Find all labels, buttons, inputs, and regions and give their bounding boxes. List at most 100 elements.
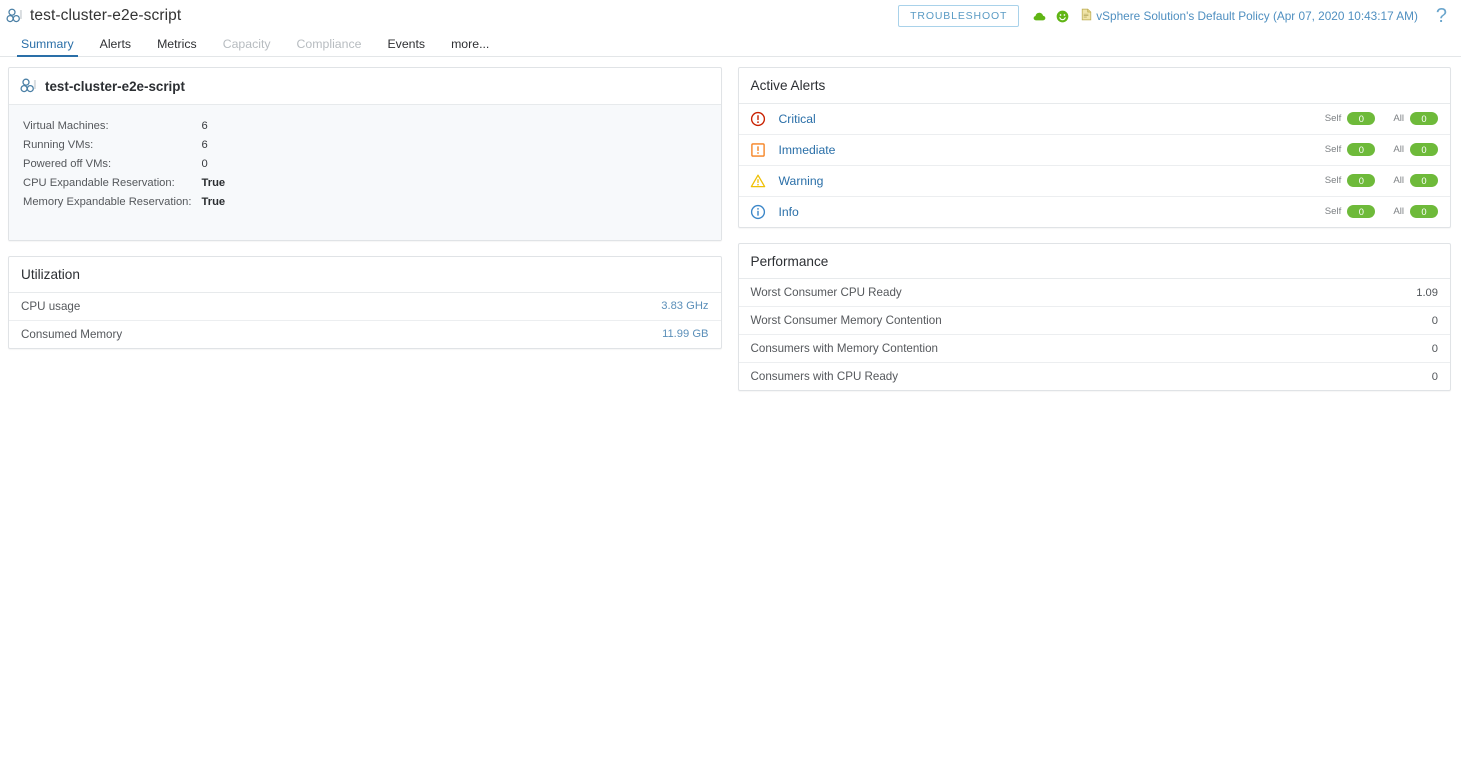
property-key: Running VMs:	[23, 138, 94, 151]
tab-summary[interactable]: Summary	[8, 37, 87, 58]
tab-bar: Summary Alerts Metrics Capacity Complian…	[0, 32, 1461, 58]
performance-row-consumers-with-cpu-ready: Consumers with CPU Ready 0	[739, 363, 1451, 390]
status-badge[interactable]: 0	[1410, 174, 1438, 188]
policy-document-icon	[1081, 8, 1092, 24]
metric-value: 1.09	[1416, 286, 1438, 299]
immediate-alert-icon	[750, 142, 766, 158]
performance-row-consumers-with-memory-contention: Consumers with Memory Contention 0	[738, 335, 1450, 364]
alert-all-count: All 0	[1393, 143, 1438, 157]
object-title-group: test-cluster-e2e-script	[6, 7, 181, 25]
alert-self-count: Self 0	[1324, 174, 1376, 188]
object-summary-header: test-cluster-e2e-script	[9, 68, 721, 105]
alert-all-count: All 0	[1393, 112, 1438, 126]
cluster-icon	[6, 7, 24, 25]
object-properties-body: Virtual Machines: 6 Running VMs: 6 Power…	[9, 105, 721, 241]
status-badge[interactable]: 0	[1410, 205, 1438, 219]
alert-row-critical: Critical Self 0 All 0	[738, 104, 1450, 135]
help-icon[interactable]: ?	[1432, 6, 1451, 26]
alert-count-group: Self 0 All 0	[1324, 112, 1438, 126]
tab-more[interactable]: more...	[438, 37, 502, 56]
utilization-card: Utilization CPU usage 3.83 GHz Consumed …	[8, 256, 722, 349]
metric-value: 0	[1431, 342, 1438, 355]
performance-title: Performance	[738, 244, 1450, 280]
alert-severity-link[interactable]: Immediate	[779, 143, 836, 157]
tab-compliance: Compliance	[296, 36, 362, 51]
alert-all-count: All 0	[1393, 205, 1438, 219]
self-label: Self	[1324, 206, 1342, 218]
left-column: test-cluster-e2e-script Virtual Machines…	[8, 67, 722, 349]
critical-alert-icon	[750, 111, 766, 127]
utilization-row-cpu-usage: CPU usage 3.83 GHz	[9, 293, 721, 321]
table-row: Memory Expandable Reservation: True	[23, 193, 225, 212]
warning-alert-icon	[750, 173, 766, 189]
property-key: Powered off VMs:	[23, 157, 112, 170]
alert-row-warning: Warning Self 0 All 0	[738, 166, 1450, 197]
table-row: Powered off VMs: 0	[23, 154, 225, 173]
smiley-green-icon[interactable]	[1056, 10, 1069, 23]
tab-metrics[interactable]: Metrics	[144, 37, 210, 56]
property-value: 6	[201, 119, 208, 132]
alert-severity-link[interactable]: Critical	[779, 112, 816, 126]
page-title: test-cluster-e2e-script	[30, 7, 182, 24]
dashboard-content: test-cluster-e2e-script Virtual Machines…	[0, 57, 1461, 392]
cloud-green-icon[interactable]	[1033, 11, 1048, 22]
property-key: Virtual Machines:	[23, 119, 109, 132]
active-alerts-title: Active Alerts	[738, 68, 1450, 104]
header-actions: TROUBLESHOOT vSphere Solution's Default …	[898, 5, 1453, 27]
right-column: Active Alerts Critical Self 0 All 0 Imme…	[737, 67, 1451, 392]
property-key: CPU Expandable Reservation:	[23, 177, 175, 190]
all-label: All	[1393, 113, 1404, 125]
metric-value: 0	[1431, 314, 1438, 327]
status-badge[interactable]: 0	[1410, 112, 1438, 126]
metric-value[interactable]: 3.83 GHz	[661, 300, 708, 312]
utilization-title: Utilization	[9, 257, 721, 293]
status-badge[interactable]: 0	[1347, 143, 1376, 157]
metric-label: Consumers with Memory Contention	[750, 342, 939, 356]
performance-row-worst-consumer-cpu-ready: Worst Consumer CPU Ready 1.09	[738, 279, 1450, 308]
self-label: Self	[1324, 175, 1342, 187]
object-properties-table: Virtual Machines: 6 Running VMs: 6 Power…	[23, 116, 225, 212]
metric-label: Worst Consumer CPU Ready	[750, 286, 902, 300]
status-badge[interactable]: 0	[1347, 205, 1376, 219]
status-badge[interactable]: 0	[1410, 143, 1438, 157]
alert-count-group: Self 0 All 0	[1324, 174, 1438, 188]
cluster-icon	[20, 77, 38, 95]
all-label: All	[1393, 144, 1404, 156]
performance-row-worst-consumer-memory-contention: Worst Consumer Memory Contention 0	[738, 307, 1450, 336]
self-label: Self	[1324, 144, 1342, 156]
alert-severity-link[interactable]: Info	[779, 205, 799, 219]
metric-label: CPU usage	[21, 299, 81, 313]
app-header: test-cluster-e2e-script TROUBLESHOOT vSp…	[0, 0, 1461, 32]
metric-label: Consumers with CPU Ready	[750, 370, 899, 384]
table-row: CPU Expandable Reservation: True	[23, 174, 225, 193]
tab-capacity: Capacity	[222, 36, 271, 51]
property-value: 6	[201, 138, 208, 151]
alert-row-info: Info Self 0 All 0	[739, 197, 1451, 227]
object-name: test-cluster-e2e-script	[45, 78, 185, 94]
table-row: Running VMs: 6	[23, 135, 225, 154]
property-value: True	[201, 177, 226, 190]
status-badge[interactable]: 0	[1347, 112, 1376, 126]
metric-value[interactable]: 11.99 GB	[662, 328, 708, 340]
property-value: True	[201, 196, 226, 209]
tab-events[interactable]: Events	[374, 37, 438, 56]
property-key: Memory Expandable Reservation:	[23, 196, 192, 209]
info-alert-icon	[750, 204, 766, 220]
table-row: Virtual Machines: 6	[23, 116, 225, 135]
tab-alerts[interactable]: Alerts	[87, 37, 144, 56]
all-label: All	[1393, 175, 1404, 187]
active-alerts-card: Active Alerts Critical Self 0 All 0 Imme…	[737, 67, 1451, 228]
status-icon-group	[1033, 10, 1069, 23]
alert-severity-link[interactable]: Warning	[779, 174, 824, 188]
policy-indicator: vSphere Solution's Default Policy (Apr 0…	[1081, 8, 1418, 24]
troubleshoot-button[interactable]: TROUBLESHOOT	[898, 5, 1020, 27]
policy-name-link[interactable]: vSphere Solution's Default Policy (Apr 0…	[1096, 9, 1418, 23]
all-label: All	[1393, 206, 1404, 218]
alert-count-group: Self 0 All 0	[1324, 143, 1438, 157]
alert-all-count: All 0	[1393, 174, 1438, 188]
self-label: Self	[1324, 113, 1342, 125]
status-badge[interactable]: 0	[1347, 174, 1376, 188]
alert-self-count: Self 0	[1324, 143, 1376, 157]
metric-label: Consumed Memory	[21, 327, 123, 341]
alert-self-count: Self 0	[1324, 112, 1376, 126]
